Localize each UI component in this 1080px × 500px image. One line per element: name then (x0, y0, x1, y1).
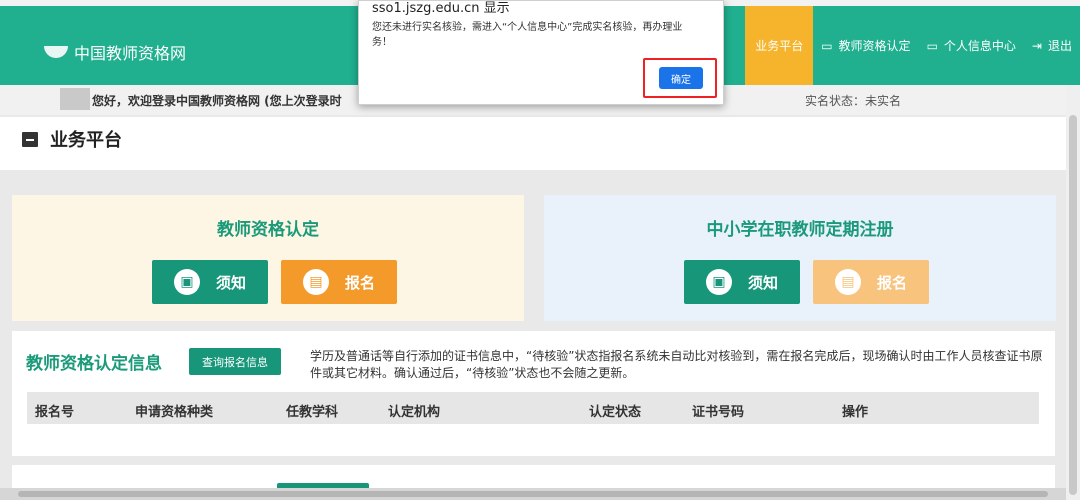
ok-button[interactable]: 确定 (659, 67, 703, 89)
column-header: 认定状态 (589, 405, 642, 420)
platform-header: 业务平台 (0, 117, 1068, 170)
panel-title: 中小学在职教师定期注册 (706, 220, 894, 240)
signup-button[interactable]: ▤ 报名 (281, 260, 397, 304)
column-header: 任教学科 (286, 405, 339, 420)
nav-business-platform[interactable]: 业务平台 (745, 6, 814, 85)
section-title: 教师资格认定信息 (26, 354, 162, 374)
avatar (60, 88, 90, 110)
scrollbar-thumb[interactable] (18, 491, 1048, 497)
nav-logout[interactable]: ⇥ 退出 (1024, 6, 1080, 85)
nav-teacher-cert[interactable]: ▭ 教师资格认定 (813, 6, 918, 85)
site-name[interactable]: 中国教师资格网 (74, 40, 186, 64)
notice-icon: ▣ (705, 269, 732, 295)
cert-info-card: 教师资格认定信息 查询报名信息 学历及普通话等自行添加的证书信息中，“待核验”状… (12, 331, 1055, 456)
column-header: 认定机构 (388, 405, 441, 420)
query-signup-button[interactable]: 查询报名信息 (189, 348, 281, 375)
vertical-scrollbar[interactable] (1066, 85, 1080, 500)
nav-label: 业务平台 (755, 39, 804, 53)
signup-button[interactable]: ▤ 报名 (813, 260, 929, 304)
column-header: 报名号 (35, 405, 75, 420)
scrollbar-thumb[interactable] (1069, 115, 1077, 495)
button-label: 须知 (215, 273, 246, 292)
teacher-cert-panel: 教师资格认定 ▣ 须知 ▤ 报名 (12, 195, 524, 321)
top-nav: 业务平台 ▭ 教师资格认定 ▭ 个人信息中心 ⇥ 退出 (745, 6, 1080, 85)
horizontal-scrollbar[interactable] (0, 488, 1066, 500)
table-header: 报名号 申请资格种类 任教学科 认定机构 认定状态 证书号码 操作 (27, 392, 1039, 424)
dialog-message: 您还未进行实名核验，需进入“个人信息中心”完成实名核验，再办理业务！ (372, 22, 683, 48)
nav-personal-center[interactable]: ▭ 个人信息中心 (919, 6, 1024, 85)
archive-icon (22, 132, 38, 147)
column-header: 操作 (842, 405, 869, 420)
dialog-title: sso1.jszg.edu.cn 显示 (372, 1, 510, 16)
page-title: 业务平台 (50, 130, 122, 151)
monitor-icon: ▭ (821, 38, 833, 53)
logout-icon: ⇥ (1031, 38, 1042, 53)
nav-label: 退出 (1047, 39, 1072, 53)
nav-label: 教师资格认定 (838, 39, 911, 53)
monitor-icon: ▭ (926, 38, 938, 53)
notice-icon: ▣ (173, 269, 200, 295)
button-label: 报名 (344, 273, 375, 292)
notice-button[interactable]: ▣ 须知 (684, 260, 800, 304)
teacher-registration-panel: 中小学在职教师定期注册 ▣ 须知 ▤ 报名 (544, 195, 1056, 321)
site-logo (44, 46, 68, 58)
notice-button[interactable]: ▣ 须知 (152, 260, 268, 304)
button-label: 报名 (876, 273, 907, 292)
panel-title: 教师资格认定 (217, 220, 319, 240)
button-label: 须知 (747, 273, 778, 292)
info-note: 学历及普通话等自行添加的证书信息中，“待核验”状态指报名系统未自动比对核验到，需… (310, 349, 1043, 380)
column-header: 申请资格种类 (135, 405, 214, 420)
real-name-status: 实名状态：未实名 (805, 94, 902, 108)
nav-label: 个人信息中心 (943, 39, 1016, 53)
clipboard-icon: ▤ (834, 269, 861, 295)
welcome-text: 您好，欢迎登录中国教师资格网 (您上次登录时 (92, 94, 342, 108)
alert-dialog: sso1.jszg.edu.cn 显示 您还未进行实名核验，需进入“个人信息中心… (358, 0, 724, 105)
highlight-box: 确定 (643, 58, 717, 98)
column-header: 证书号码 (692, 405, 745, 420)
clipboard-icon: ▤ (302, 269, 329, 295)
